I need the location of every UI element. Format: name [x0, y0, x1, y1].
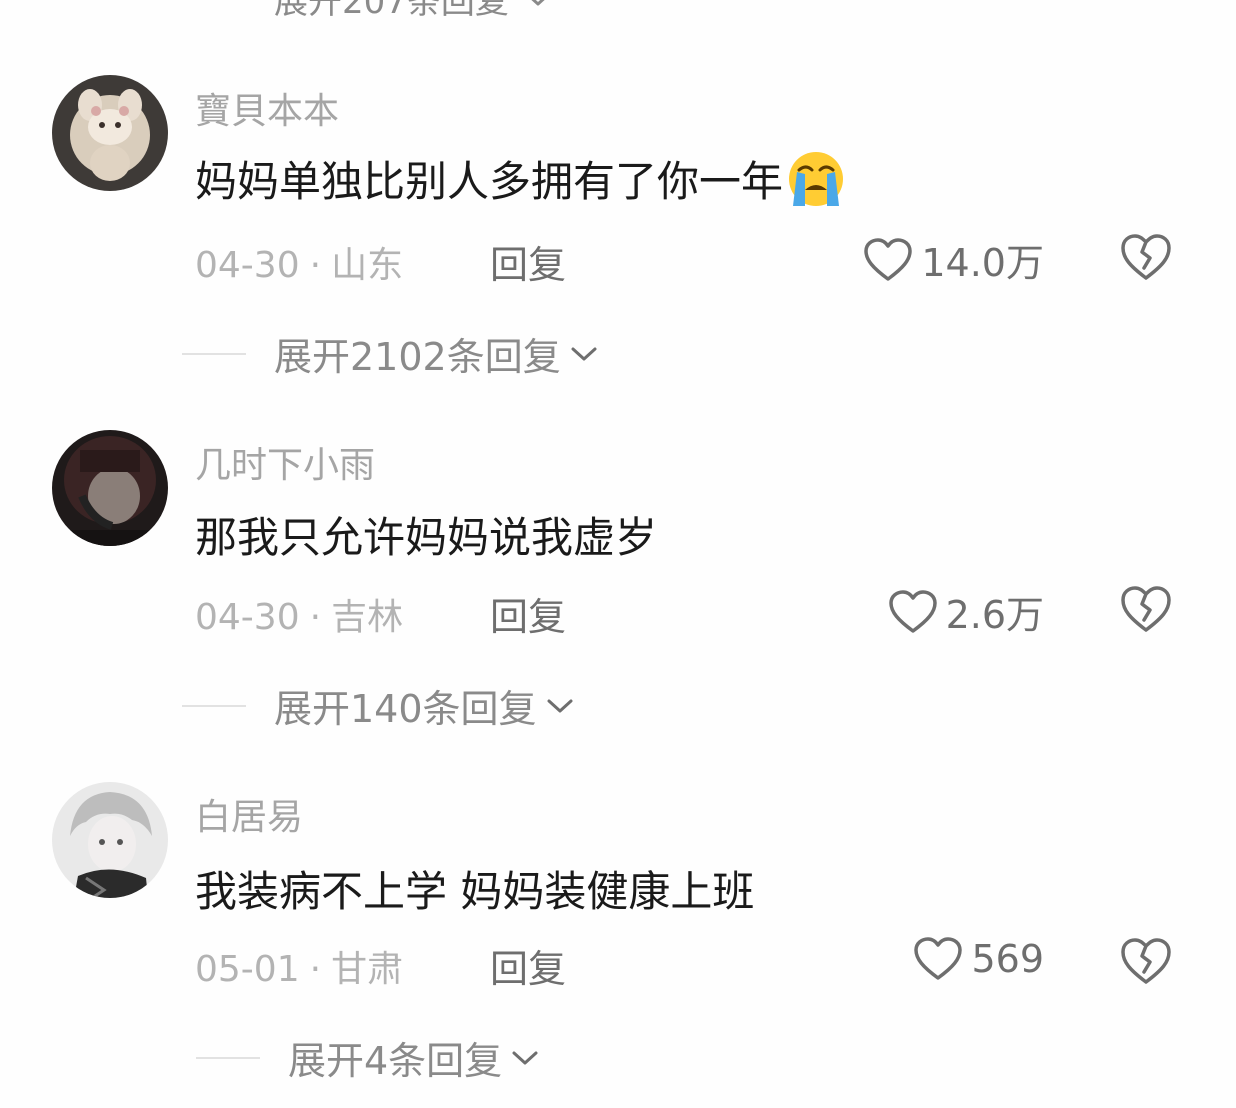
- heart-icon: [914, 937, 963, 980]
- expand-replies[interactable]: 展开140条回复: [182, 678, 575, 733]
- comment-text: 我装病不上学 妈妈装健康上班: [195, 858, 754, 919]
- broken-heart-icon[interactable]: [1120, 232, 1172, 282]
- expand-replies-label: 展开207条回复: [274, 0, 509, 22]
- like-count: 569: [971, 937, 1044, 981]
- comment-text-content: 那我只允许妈妈说我虚岁: [195, 513, 658, 562]
- expand-divider: [196, 1056, 260, 1059]
- comment-date: 05-01: [195, 949, 300, 990]
- like-button[interactable]: 2.6万: [888, 584, 1044, 639]
- avatar[interactable]: [52, 430, 168, 546]
- expand-divider: [182, 352, 246, 355]
- like-button[interactable]: 569: [913, 936, 1044, 982]
- comment-date: 04-30: [195, 597, 300, 638]
- comment-location: 山东: [331, 245, 404, 286]
- comment-meta: 05-01 · 甘肃: [195, 940, 403, 992]
- expand-divider: [182, 704, 246, 707]
- crying-face-emoji-icon: [789, 151, 844, 206]
- comment-text-content: 妈妈单独比别人多拥有了你一年: [195, 157, 784, 206]
- chevron-down-icon: [531, 0, 544, 5]
- username[interactable]: 寶貝本本: [195, 82, 339, 134]
- comment-meta: 04-30 · 吉林: [195, 588, 403, 640]
- reply-button[interactable]: 回复: [490, 234, 566, 289]
- comment-meta: 04-30 · 山东: [195, 236, 403, 288]
- avatar[interactable]: [52, 75, 168, 191]
- comment-text: 那我只允许妈妈说我虚岁: [195, 504, 657, 565]
- like-count: 14.0万: [921, 241, 1044, 285]
- comment-date: 04-30: [195, 245, 300, 286]
- comment-location: 甘肃: [331, 949, 404, 990]
- expand-replies-top[interactable]: 展开207条回复: [274, 0, 553, 23]
- broken-heart-icon[interactable]: [1120, 936, 1172, 986]
- comment-text: 妈妈单独比别人多拥有了你一年: [195, 148, 845, 209]
- meta-separator: ·: [309, 597, 322, 638]
- chevron-down-icon: [571, 347, 597, 360]
- reply-button[interactable]: 回复: [490, 586, 566, 641]
- meta-separator: ·: [309, 949, 322, 990]
- comment-text-content: 我装病不上学 妈妈装健康上班: [195, 867, 755, 916]
- like-count: 2.6万: [945, 593, 1044, 637]
- comment-location: 吉林: [331, 597, 404, 638]
- expand-replies-label: 展开2102条回复: [274, 335, 561, 379]
- expand-replies-label: 展开140条回复: [274, 687, 537, 731]
- avatar[interactable]: [52, 782, 168, 898]
- heart-icon: [864, 237, 913, 281]
- meta-separator: ·: [309, 245, 322, 286]
- chevron-down-icon: [547, 699, 573, 712]
- like-button[interactable]: 14.0万: [863, 232, 1044, 287]
- reply-button[interactable]: 回复: [490, 938, 566, 993]
- expand-replies[interactable]: 展开2102条回复: [182, 326, 599, 381]
- chevron-down-icon: [512, 1051, 538, 1064]
- expand-replies[interactable]: 展开4条回复: [196, 1030, 540, 1085]
- username[interactable]: 几时下小雨: [195, 436, 375, 488]
- broken-heart-icon[interactable]: [1120, 584, 1172, 634]
- heart-icon: [888, 589, 937, 633]
- username[interactable]: 白居易: [195, 788, 303, 840]
- expand-replies-label: 展开4条回复: [288, 1039, 503, 1083]
